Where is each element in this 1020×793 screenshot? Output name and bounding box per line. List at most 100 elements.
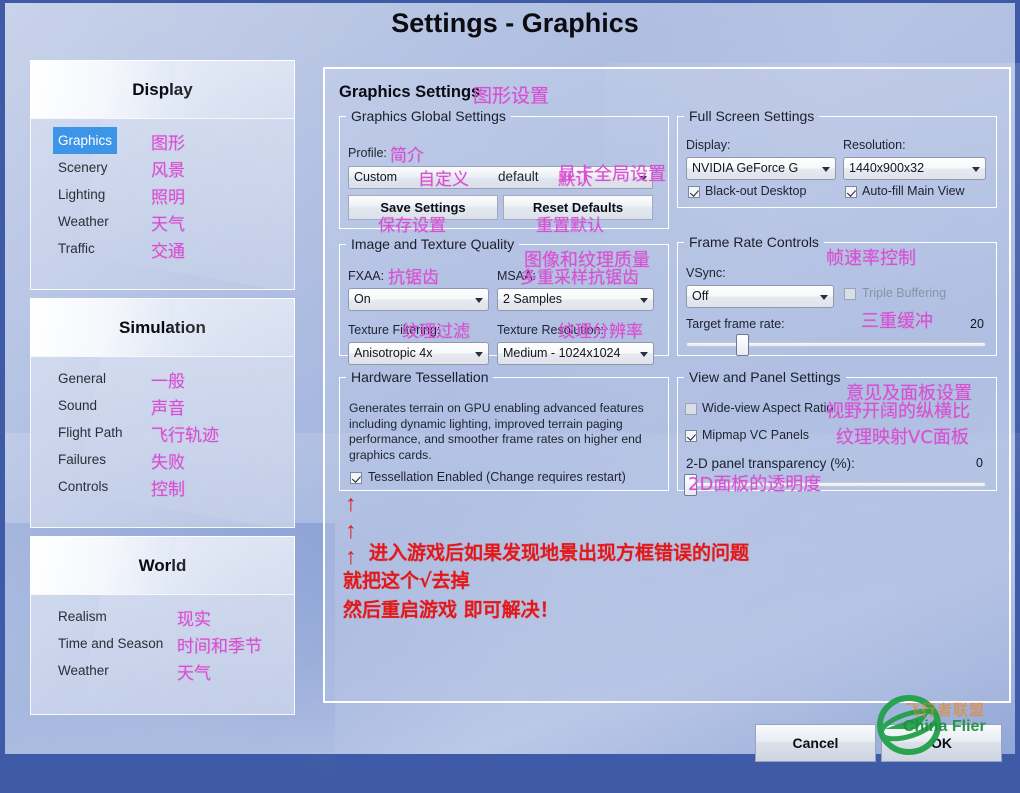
sidebar-item-weather[interactable]: Weather 天气 — [31, 208, 294, 235]
fxaa-dropdown-value: On — [354, 292, 371, 306]
settings-window: Settings - Graphics Display Graphics 图形 … — [0, 0, 1020, 793]
sidebar-group-simulation: Simulation General 一般 Sound 声音 Flight Pa… — [30, 298, 295, 528]
texture-resolution-label: Texture Resolution: — [497, 323, 605, 337]
annotation-line-1: 进入游戏后如果发现地景出现方框错误的问题 — [369, 542, 750, 564]
panel-transparency-slider-thumb[interactable] — [684, 474, 697, 496]
sidebar-item-flight-path[interactable]: Flight Path 飞行轨迹 — [31, 419, 294, 446]
sidebar-item-failures[interactable]: Failures 失败 — [31, 446, 294, 473]
mipmap-vc-panels-checkbox[interactable] — [685, 430, 697, 442]
full-screen-settings-legend: Full Screen Settings — [689, 108, 815, 124]
chevron-down-icon — [822, 167, 830, 172]
sidebar-item-annotation-cn: 失败 — [151, 453, 185, 473]
msaa-dropdown[interactable]: 2 Samples — [497, 288, 654, 311]
sidebar-item-label: Weather — [58, 214, 109, 229]
chevron-down-icon — [972, 167, 980, 172]
texture-resolution-dropdown[interactable]: Medium - 1024x1024 — [497, 342, 654, 365]
msaa-label: MSAA: — [497, 269, 536, 283]
triple-buffering-checkbox[interactable] — [844, 288, 856, 300]
panel-transparency-label: 2-D panel transparency (%): — [686, 456, 855, 471]
image-texture-quality-legend-cn: 图像和纹理质量 — [524, 250, 650, 271]
fxaa-dropdown[interactable]: On — [348, 288, 489, 311]
sidebar-item-realism[interactable]: Realism 现实 — [31, 603, 294, 630]
sidebar-item-lighting[interactable]: Lighting 照明 — [31, 181, 294, 208]
autofill-main-view-checkbox[interactable] — [845, 186, 857, 198]
sidebar-group-header-world: World — [30, 536, 295, 594]
sidebar-item-label: Traffic — [58, 241, 95, 256]
panel-transparency-slider-track[interactable] — [686, 482, 986, 487]
profile-dropdown-value: Custom — [354, 170, 398, 184]
save-settings-button[interactable]: Save Settings — [348, 195, 498, 220]
chevron-down-icon — [640, 352, 648, 357]
display-dropdown[interactable]: NVIDIA GeForce G — [686, 157, 836, 180]
mipmap-vc-panels-cn: 纹理映射VC面板 — [836, 427, 969, 448]
annotation-line-2: 就把这个√去掉 — [343, 570, 470, 592]
ok-button[interactable]: OK — [881, 724, 1002, 762]
sidebar-item-annotation-cn: 交通 — [151, 242, 185, 262]
sidebar-group-body-simulation: General 一般 Sound 声音 Flight Path 飞行轨迹 Fai… — [30, 356, 295, 528]
sidebar-item-weather-world[interactable]: Weather 天气 — [31, 657, 294, 684]
resolution-dropdown[interactable]: 1440x900x32 — [843, 157, 986, 180]
target-frame-rate-slider-thumb[interactable] — [736, 334, 749, 356]
sidebar-item-label: Lighting — [58, 187, 106, 202]
texture-filtering-dropdown[interactable]: Anisotropic 4x — [348, 342, 489, 365]
sidebar-item-annotation-cn: 图形 — [151, 134, 185, 154]
chevron-down-icon — [640, 298, 648, 303]
sidebar-group-body-display: Graphics 图形 Scenery 风景 Lighting 照明 Weath… — [30, 118, 295, 290]
sidebar-item-annotation-cn: 控制 — [151, 480, 185, 500]
full-screen-settings-group: Full Screen Settings Display: NVIDIA GeF… — [677, 108, 997, 208]
sidebar-item-label: Graphics — [53, 127, 118, 154]
annotation-arrow-icon: ↑ — [345, 490, 357, 516]
texture-resolution-dropdown-value: Medium - 1024x1024 — [503, 346, 621, 360]
tessellation-enabled-checkbox[interactable] — [350, 472, 362, 484]
blackout-desktop-label: Black-out Desktop — [705, 184, 807, 198]
target-frame-rate-value: 20 — [970, 317, 984, 331]
fxaa-label-cn: 抗锯齿 — [388, 268, 439, 288]
vsync-dropdown[interactable]: Off — [686, 285, 834, 308]
reset-defaults-button[interactable]: Reset Defaults — [503, 195, 653, 220]
graphics-global-settings-group: Graphics Global Settings 显卡全局设置 Profile:… — [339, 108, 669, 236]
view-panel-settings-group: View and Panel Settings 意见及面板设置 Wide-vie… — [677, 369, 997, 496]
sidebar-item-annotation-cn: 时间和季节 — [177, 637, 262, 657]
sidebar-item-scenery[interactable]: Scenery 风景 — [31, 154, 294, 181]
sidebar-item-annotation-cn: 飞行轨迹 — [151, 426, 219, 446]
chevron-down-icon — [475, 352, 483, 357]
view-panel-settings-legend-cn: 意见及面板设置 — [846, 383, 972, 404]
wide-view-aspect-ratio-checkbox[interactable] — [685, 403, 697, 415]
section-title-annotation-cn: 图形设置 — [473, 85, 550, 107]
cancel-button[interactable]: Cancel — [755, 724, 876, 762]
blackout-desktop-checkbox[interactable] — [688, 186, 700, 198]
hardware-tessellation-description: Generates terrain on GPU enabling advanc… — [349, 401, 644, 462]
display-label: Display: — [686, 138, 731, 152]
msaa-dropdown-value: 2 Samples — [503, 292, 563, 306]
panel-transparency-value: 0 — [976, 456, 983, 470]
sidebar-item-label: Flight Path — [58, 425, 123, 440]
annotation-arrow-icon: ↑ — [345, 543, 357, 569]
sidebar-group-body-world: Realism 现实 Time and Season 时间和季节 Weather… — [30, 594, 295, 715]
target-frame-rate-slider-track[interactable] — [686, 342, 986, 347]
sidebar-item-traffic[interactable]: Traffic 交通 — [31, 235, 294, 262]
profile-label: Profile: — [348, 146, 387, 160]
sidebar-item-label: Failures — [58, 452, 107, 467]
sidebar-item-label: Time and Season — [58, 636, 164, 651]
image-texture-quality-group: Image and Texture Quality 图像和纹理质量 FXAA: … — [339, 236, 669, 365]
sidebar-item-annotation-cn: 现实 — [177, 610, 211, 630]
sidebar-item-label: Scenery — [58, 160, 108, 175]
annotation-arrow-icon: ↑ — [345, 517, 357, 543]
chevron-down-icon — [639, 176, 647, 181]
sidebar-group-header-display: Display — [30, 60, 295, 118]
sidebar-item-sound[interactable]: Sound 声音 — [31, 392, 294, 419]
sidebar-item-general[interactable]: General 一般 — [31, 365, 294, 392]
sidebar-group-header-simulation: Simulation — [30, 298, 295, 356]
texture-filtering-label: Texture Filtering: — [348, 323, 441, 337]
page-title: Settings - Graphics — [391, 8, 639, 38]
sidebar-item-controls[interactable]: Controls 控制 — [31, 473, 294, 500]
resolution-dropdown-value: 1440x900x32 — [849, 161, 925, 175]
triple-buffering-label: Triple Buffering — [862, 286, 947, 300]
sidebar-item-time-and-season[interactable]: Time and Season 时间和季节 — [31, 630, 294, 657]
image-texture-quality-legend: Image and Texture Quality — [351, 236, 515, 252]
sidebar-item-graphics[interactable]: Graphics 图形 — [31, 127, 294, 154]
graphics-global-settings-legend: Graphics Global Settings — [351, 108, 506, 124]
sidebar-group-display: Display Graphics 图形 Scenery 风景 Lighting … — [30, 60, 295, 290]
hardware-tessellation-group: Hardware Tessellation Generates terrain … — [339, 369, 669, 491]
sidebar-item-label: Sound — [58, 398, 98, 413]
